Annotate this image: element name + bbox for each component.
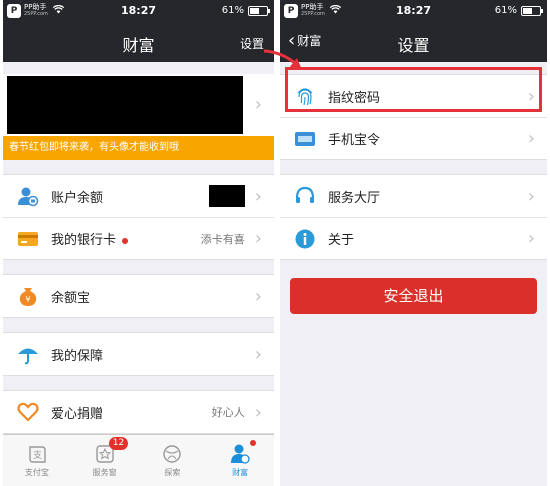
settings-button[interactable]: 设置 (240, 35, 264, 52)
status-bar: P PP助手 25PP.com 18:27 61% (280, 0, 547, 22)
umbrella-icon (17, 343, 39, 365)
redacted-balance (208, 185, 245, 207)
chevron-right-icon: › (527, 128, 535, 149)
tab-service-window[interactable]: 12 服务窗 (71, 435, 139, 486)
tab-bar: 支 支付宝 12 服务窗 探索 财富 (3, 434, 274, 486)
notice-banner[interactable]: 春节红包即将来袭，有头像才能收到哦 (3, 136, 274, 160)
tab-alipay[interactable]: 支 支付宝 (3, 435, 71, 486)
info-icon (294, 228, 316, 250)
about-row[interactable]: 关于 › (280, 217, 547, 259)
tab-dot (250, 440, 257, 446)
chevron-right-icon: › (254, 285, 262, 307)
profile-card[interactable]: › (3, 74, 274, 136)
row-label: 账户余额 (51, 190, 104, 206)
wealth-icon (228, 443, 252, 465)
status-bar: P PP助手 25PP.com 18:27 61% (3, 0, 274, 22)
row-label: 关于 (328, 233, 355, 248)
logout-button[interactable]: 安全退出 (290, 278, 537, 314)
settings-screen: P PP助手 25PP.com 18:27 61% ‹ 财富 设置 指纹密码 ›… (280, 0, 547, 486)
headset-icon (294, 185, 316, 207)
chevron-right-icon: › (254, 185, 262, 207)
yuebao-row[interactable]: ¥ 余额宝 › (3, 275, 274, 317)
new-dot (122, 237, 129, 244)
wealth-screen: P PP助手 25PP.com 18:27 61% 财富 设置 › 春节红包即将… (3, 0, 274, 486)
svg-text:支: 支 (33, 449, 42, 461)
alipay-icon: 支 (25, 443, 49, 465)
account-balance-row[interactable]: 账户余额 › (3, 175, 274, 217)
battery-percent: 61% (221, 5, 244, 16)
chevron-right-icon: › (527, 185, 535, 207)
row-label: 我的保障 (51, 348, 104, 364)
phone-token-row[interactable]: 手机宝令 › (280, 117, 547, 159)
insurance-row[interactable]: 我的保障 › (3, 333, 274, 375)
page-title: 财富 (122, 36, 155, 55)
chevron-right-icon: › (254, 401, 262, 423)
svg-text:¥: ¥ (25, 295, 30, 304)
navbar: 财富 设置 (3, 22, 274, 62)
chevron-right-icon: › (527, 228, 535, 249)
chevron-right-icon: › (254, 94, 262, 115)
redacted-profile (7, 76, 243, 134)
tab-wealth[interactable]: 财富 (206, 435, 274, 486)
row-label: 服务大厅 (328, 190, 381, 206)
bank-card-row[interactable]: 我的银行卡 添卡有喜 › (3, 217, 274, 259)
row-label: 指纹密码 (328, 90, 381, 106)
fingerprint-icon (294, 85, 316, 107)
row-label: 余额宝 (51, 290, 91, 306)
row-label: 爱心捐赠 (51, 406, 104, 422)
bank-card-icon (17, 228, 39, 250)
service-hall-row[interactable]: 服务大厅 › (280, 175, 547, 217)
explore-icon (160, 443, 184, 465)
navbar: ‹ 财富 设置 (280, 22, 547, 62)
chevron-right-icon: › (254, 343, 262, 365)
row-label: 手机宝令 (328, 133, 381, 148)
page-title: 设置 (397, 36, 430, 55)
battery-icon (248, 5, 270, 16)
heart-icon (17, 401, 39, 423)
chevron-right-icon: › (254, 228, 262, 249)
chevron-right-icon: › (527, 85, 535, 107)
battery-percent: 61% (494, 5, 517, 16)
donation-row[interactable]: 爱心捐赠 好心人 › (3, 391, 274, 433)
row-label: 我的银行卡 (51, 233, 117, 248)
tab-badge: 12 (108, 437, 129, 450)
phone-token-icon (294, 128, 316, 150)
tab-explore[interactable]: 探索 (139, 435, 207, 486)
row-value: 好心人 (211, 406, 245, 419)
row-value: 添卡有喜 (200, 232, 245, 246)
battery-icon (521, 5, 543, 16)
account-icon (17, 185, 39, 207)
yuebao-icon: ¥ (17, 285, 39, 307)
fingerprint-password-row[interactable]: 指纹密码 › (280, 75, 547, 117)
